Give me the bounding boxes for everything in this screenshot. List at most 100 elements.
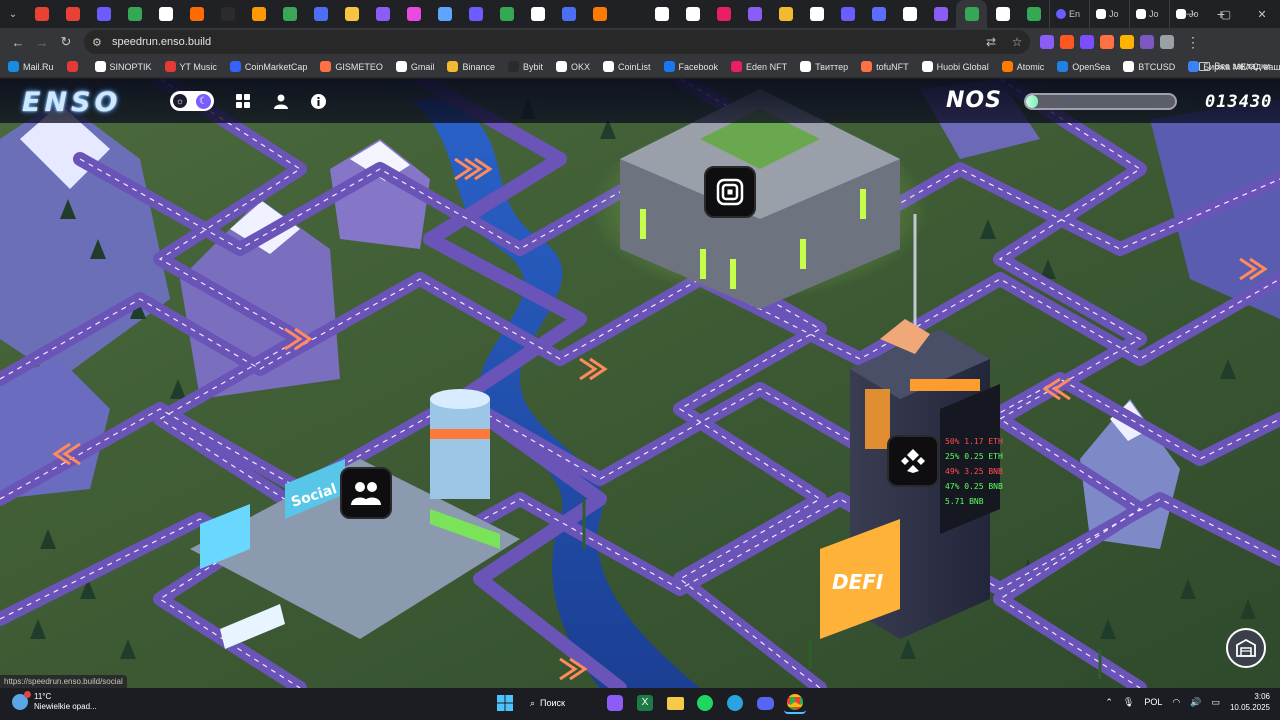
taskbar-app-explorer[interactable]: [664, 692, 686, 714]
browser-tab[interactable]: [646, 0, 677, 28]
extension-icon[interactable]: [1120, 35, 1134, 49]
taskbar-search[interactable]: ⌕ Поиск: [524, 692, 596, 714]
browser-tab[interactable]: [522, 0, 553, 28]
all-bookmarks-folder[interactable]: Все закладки: [1199, 61, 1270, 71]
browser-tab[interactable]: [305, 0, 336, 28]
browser-tab[interactable]: [956, 0, 987, 28]
volume-icon[interactable]: 🔊: [1190, 697, 1201, 708]
grid-menu-icon[interactable]: [233, 91, 253, 111]
tab-search-menu-button[interactable]: ⌄: [0, 0, 26, 28]
browser-tab[interactable]: [615, 0, 646, 28]
bookmark-item[interactable]: CoinList: [603, 61, 651, 72]
browser-tab[interactable]: [491, 0, 522, 28]
taskbar-app-discord[interactable]: [754, 692, 776, 714]
weather-widget[interactable]: 11°C Niewielkie opad...: [12, 691, 97, 712]
bookmark-item[interactable]: CoinMarketCap: [229, 61, 307, 72]
bookmark-item[interactable]: Atomic: [1001, 61, 1044, 72]
extension-icon[interactable]: [1140, 35, 1154, 49]
bookmark-item[interactable]: [66, 61, 82, 72]
browser-tab[interactable]: [57, 0, 88, 28]
minimize-button[interactable]: —: [1172, 0, 1208, 28]
enso-hq-marker[interactable]: [704, 166, 756, 218]
tray-overflow-icon[interactable]: ⌃: [1105, 697, 1113, 708]
address-bar[interactable]: ⚙ speedrun.enso.build ⇄ ☆: [84, 30, 1030, 54]
battery-icon[interactable]: ▭: [1211, 697, 1220, 708]
bookmark-star-icon[interactable]: ☆: [1004, 35, 1030, 49]
social-marker[interactable]: [340, 467, 392, 519]
taskbar-app-chrome[interactable]: [784, 692, 806, 714]
user-profile-icon[interactable]: [271, 91, 291, 111]
browser-tab[interactable]: [460, 0, 491, 28]
browser-tab[interactable]: [739, 0, 770, 28]
back-button[interactable]: ←: [6, 30, 30, 54]
info-icon[interactable]: [308, 91, 328, 111]
browser-tab[interactable]: [987, 0, 1018, 28]
extension-icon[interactable]: [1040, 35, 1054, 49]
browser-tab[interactable]: [243, 0, 274, 28]
taskbar-app-excel[interactable]: X: [634, 692, 656, 714]
bookmark-item[interactable]: Gmail: [395, 61, 434, 72]
bookmark-item[interactable]: Facebook: [663, 61, 718, 72]
browser-tab[interactable]: [88, 0, 119, 28]
browser-tab[interactable]: [26, 0, 57, 28]
chrome-menu-button[interactable]: ⋮: [1186, 34, 1200, 51]
browser-tab[interactable]: [336, 0, 367, 28]
taskbar-app-telegram[interactable]: [724, 692, 746, 714]
browser-tab[interactable]: [274, 0, 305, 28]
wifi-icon[interactable]: ◠: [1172, 697, 1180, 708]
browser-tab[interactable]: [863, 0, 894, 28]
browser-tab[interactable]: [770, 0, 801, 28]
bookmark-item[interactable]: Mail.Ru: [8, 61, 54, 72]
translate-icon[interactable]: ⇄: [978, 35, 1004, 49]
browser-tab[interactable]: [119, 0, 150, 28]
bookmark-item[interactable]: BTCUSD: [1123, 61, 1175, 72]
reload-button[interactable]: ↻: [54, 30, 78, 54]
bookmark-item[interactable]: Твиттер: [800, 61, 848, 72]
extension-icon[interactable]: [1160, 35, 1174, 49]
url-text[interactable]: speedrun.enso.build: [112, 36, 978, 48]
browser-tab[interactable]: [832, 0, 863, 28]
browser-tab[interactable]: [925, 0, 956, 28]
taskbar-app-purple[interactable]: [604, 692, 626, 714]
bookmark-item[interactable]: OpenSea: [1057, 61, 1110, 72]
maximize-button[interactable]: ▢: [1208, 0, 1244, 28]
browser-tab[interactable]: [553, 0, 584, 28]
browser-tab[interactable]: [894, 0, 925, 28]
bookmark-item[interactable]: GISMETEO: [320, 61, 383, 72]
microphone-icon[interactable]: 🎙: [1123, 697, 1134, 708]
bookmark-item[interactable]: YT Music: [164, 61, 217, 72]
close-window-button[interactable]: ✕: [1244, 0, 1280, 28]
browser-tab[interactable]: [801, 0, 832, 28]
garage-button[interactable]: [1226, 628, 1266, 668]
browser-tab[interactable]: [708, 0, 739, 28]
browser-tab[interactable]: Jo: [1129, 0, 1169, 28]
city-map-scene[interactable]: Social 50% 1.17 ETH 25% 0.25 ETH 49% 3.2…: [0, 79, 1280, 688]
browser-tab[interactable]: En: [1049, 0, 1089, 28]
race-marker[interactable]: [887, 435, 939, 487]
browser-tab[interactable]: [212, 0, 243, 28]
bookmark-item[interactable]: SINOPTIK: [94, 61, 152, 72]
bookmark-item[interactable]: Bybit: [507, 61, 543, 72]
browser-tab[interactable]: [1018, 0, 1049, 28]
site-info-icon[interactable]: ⚙: [92, 36, 108, 49]
enso-logo[interactable]: ENSO: [22, 87, 121, 118]
start-button[interactable]: [494, 692, 516, 714]
extension-icon[interactable]: [1100, 35, 1114, 49]
browser-tab[interactable]: Jo: [1089, 0, 1129, 28]
browser-tab[interactable]: [150, 0, 181, 28]
bookmark-item[interactable]: Huobi Global: [921, 61, 989, 72]
language-indicator[interactable]: POL: [1144, 697, 1162, 707]
taskbar-app-spotify[interactable]: [694, 692, 716, 714]
theme-toggle[interactable]: ☼ ☾: [170, 91, 214, 111]
bookmark-item[interactable]: OKX: [555, 61, 590, 72]
bookmark-item[interactable]: tofuNFT: [861, 61, 909, 72]
clock[interactable]: 3:06 10.05.2025: [1230, 691, 1270, 713]
extension-icon[interactable]: [1080, 35, 1094, 49]
browser-tab[interactable]: [398, 0, 429, 28]
forward-button[interactable]: →: [30, 30, 54, 54]
browser-tab[interactable]: [584, 0, 615, 28]
game-viewport[interactable]: Social 50% 1.17 ETH 25% 0.25 ETH 49% 3.2…: [0, 79, 1280, 688]
bookmark-item[interactable]: Binance: [447, 61, 495, 72]
browser-tab[interactable]: [677, 0, 708, 28]
extension-icon[interactable]: [1060, 35, 1074, 49]
